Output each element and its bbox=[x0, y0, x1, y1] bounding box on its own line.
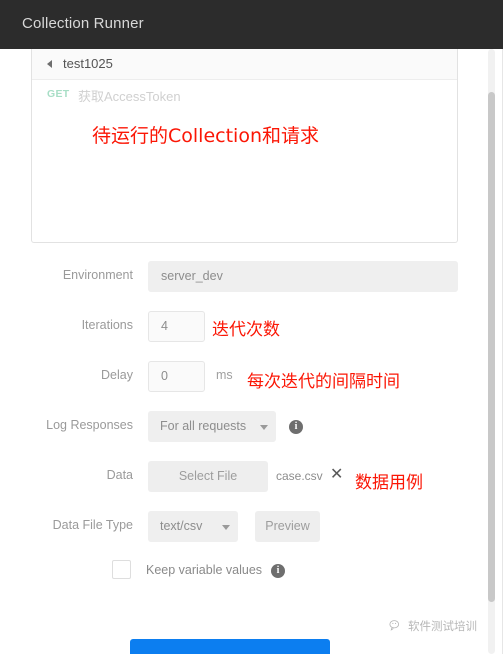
keep-variable-values-row: Keep variable values i bbox=[0, 556, 470, 590]
watermark: 软件测试培训 bbox=[389, 618, 477, 634]
delay-unit-label: ms bbox=[216, 368, 233, 382]
collection-header-row[interactable]: test1025 bbox=[32, 49, 457, 80]
request-list-item[interactable]: GET 获取AccessToken bbox=[32, 80, 457, 110]
log-responses-select[interactable]: For all requests bbox=[148, 411, 276, 442]
keep-variable-values-label: Keep variable values bbox=[146, 563, 263, 577]
close-x-icon[interactable]: ✕ bbox=[330, 467, 344, 483]
watermark-text: 软件测试培训 bbox=[408, 619, 477, 633]
info-icon[interactable]: i bbox=[289, 420, 303, 434]
info-icon[interactable]: i bbox=[271, 564, 285, 578]
triangle-left-icon[interactable] bbox=[47, 60, 52, 68]
data-file-type-label: Data File Type bbox=[52, 518, 133, 532]
chevron-down-icon[interactable] bbox=[260, 425, 268, 430]
wechat-icon bbox=[389, 620, 400, 631]
collection-name: test1025 bbox=[63, 56, 113, 71]
data-filename: case.csv bbox=[276, 469, 323, 483]
iterations-row: Iterations 4 bbox=[0, 311, 470, 345]
iterations-input[interactable]: 4 bbox=[148, 311, 205, 342]
data-label: Data bbox=[106, 468, 133, 482]
collection-runner-window: Collection Runner test1025 GET 获取AccessT… bbox=[0, 0, 503, 654]
window-titlebar: Collection Runner bbox=[0, 0, 503, 49]
window-title: Collection Runner bbox=[22, 15, 144, 32]
iterations-label: Iterations bbox=[81, 318, 133, 332]
environment-select[interactable]: server_dev bbox=[148, 261, 458, 292]
request-name: 获取AccessToken bbox=[78, 89, 181, 104]
delay-input[interactable]: 0 bbox=[148, 361, 205, 392]
delay-label: Delay bbox=[101, 368, 133, 382]
vertical-scrollbar-thumb[interactable] bbox=[488, 92, 495, 602]
log-responses-row: Log Responses For all requests i bbox=[0, 411, 470, 445]
annotation-collection: 待运行的Collection和请求 bbox=[92, 125, 319, 147]
preview-button[interactable]: Preview bbox=[255, 511, 320, 542]
log-responses-label: Log Responses bbox=[46, 418, 133, 432]
environment-label: Environment bbox=[62, 268, 133, 282]
select-file-button[interactable]: Select File bbox=[148, 461, 268, 492]
request-method-badge: GET bbox=[47, 88, 70, 100]
run-button[interactable] bbox=[130, 639, 330, 654]
chevron-down-icon[interactable] bbox=[222, 525, 230, 530]
data-row: Data Select File case.csv ✕ bbox=[0, 461, 470, 495]
delay-row: Delay 0 ms bbox=[0, 361, 470, 395]
data-file-type-row: Data File Type text/csv Preview bbox=[0, 511, 470, 545]
keep-variable-values-checkbox[interactable] bbox=[112, 560, 131, 579]
environment-row: Environment server_dev bbox=[0, 261, 470, 295]
